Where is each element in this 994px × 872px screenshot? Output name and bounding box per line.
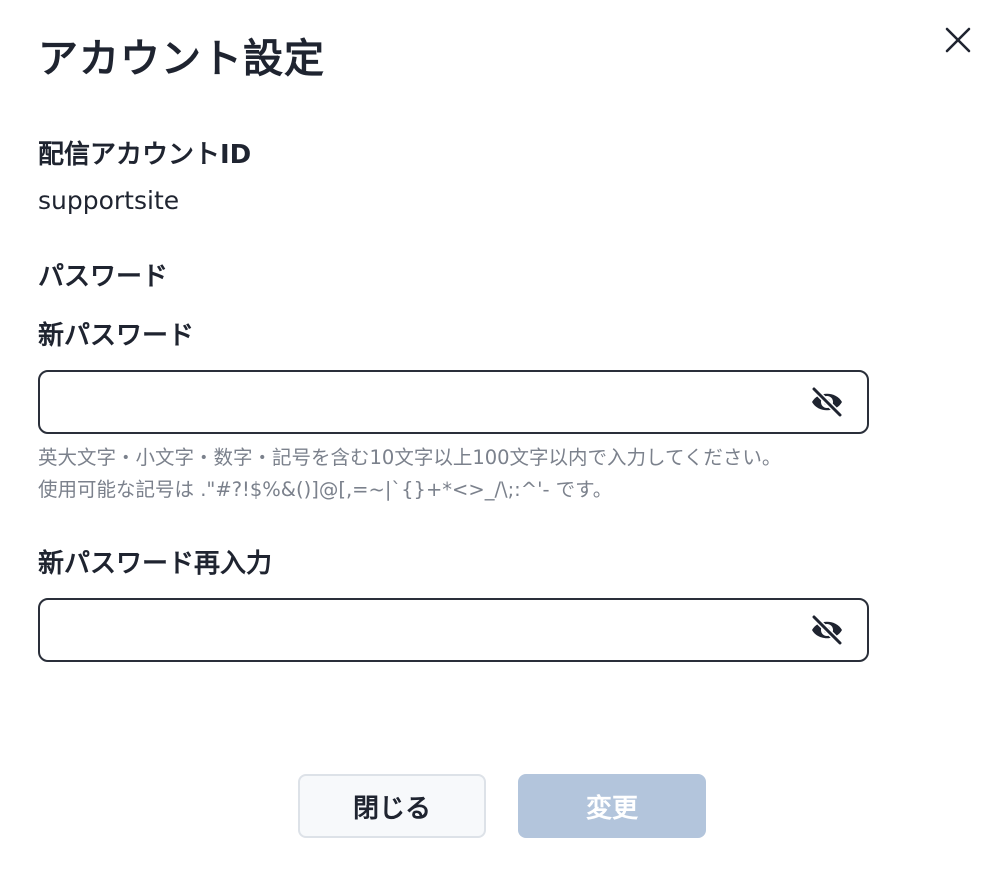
account-id-label: 配信アカウントID bbox=[38, 140, 252, 170]
confirm-password-field bbox=[38, 598, 869, 662]
new-password-label: 新パスワード bbox=[38, 321, 195, 351]
confirm-password-label: 新パスワード再入力 bbox=[38, 549, 273, 579]
close-icon bbox=[945, 27, 971, 53]
new-password-visibility-toggle[interactable] bbox=[807, 382, 847, 422]
new-password-input[interactable] bbox=[40, 372, 807, 432]
confirm-password-visibility-toggle[interactable] bbox=[807, 610, 847, 650]
password-hint-line2: 使用可能な記号は ."#?!$%&()]@[,=~|`{}+*<>_/\;:^'… bbox=[38, 478, 613, 501]
account-settings-dialog: アカウント設定 配信アカウントID supportsite パスワード 新パスワ… bbox=[0, 0, 994, 872]
account-id-value: supportsite bbox=[38, 186, 180, 215]
dialog-title: アカウント設定 bbox=[38, 36, 325, 82]
new-password-field bbox=[38, 370, 869, 434]
eye-off-icon bbox=[811, 387, 843, 417]
eye-off-icon bbox=[811, 615, 843, 645]
confirm-password-input[interactable] bbox=[40, 600, 807, 660]
password-section-label: パスワード bbox=[38, 262, 169, 292]
close-button[interactable] bbox=[934, 16, 982, 64]
close-dialog-button[interactable]: 閉じる bbox=[298, 774, 486, 838]
change-password-button[interactable]: 変更 bbox=[518, 774, 706, 838]
password-hint-line1: 英大文字・小文字・数字・記号を含む10文字以上100文字以内で入力してください。 bbox=[38, 446, 782, 469]
